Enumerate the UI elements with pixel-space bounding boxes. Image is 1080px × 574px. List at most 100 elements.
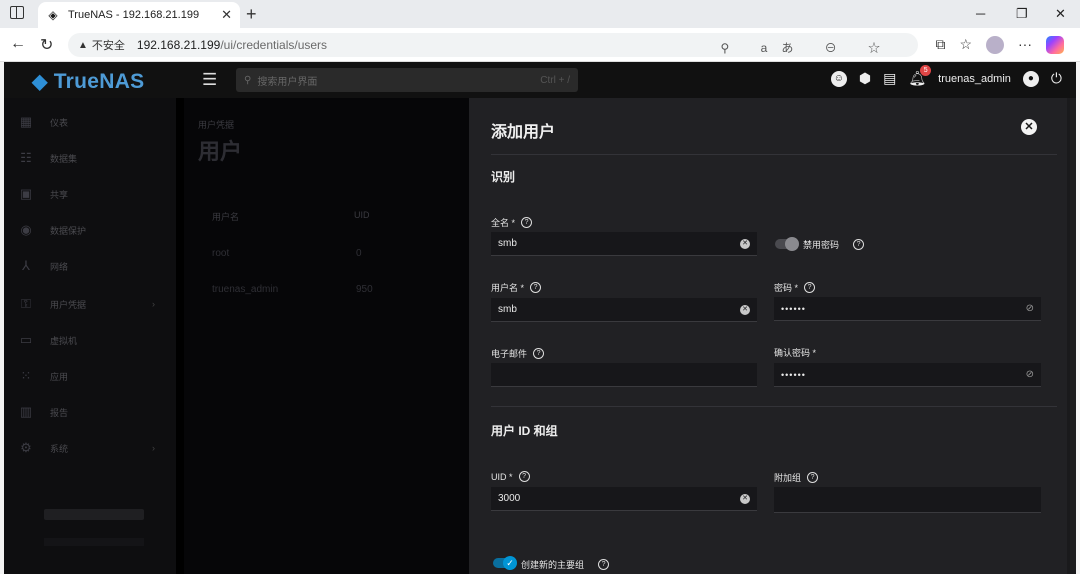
- password-label: 密码 *?: [774, 281, 816, 294]
- panel-title: 添加用户: [491, 124, 556, 141]
- profile-avatar[interactable]: [986, 36, 1004, 54]
- disable-password-label: 禁用密码?: [803, 238, 865, 251]
- username-label: 用户名 *?: [491, 281, 542, 294]
- sidebar-item-credentials[interactable]: ⚿ 用户凭据 ›: [18, 294, 155, 314]
- sidebar-item-dashboard[interactable]: ▦ 仪表: [18, 112, 68, 132]
- clear-icon[interactable]: ✕: [740, 493, 750, 504]
- sidebar: ▦ 仪表 ☷ 数据集 ▣ 共享 ◉ 数据保护 ⅄ 网络 ⚿ 用户凭据 › ▭ 虚拟机 ⁙ 应用 ▥…: [4, 98, 176, 574]
- username-label[interactable]: truenas_admin: [938, 73, 1011, 85]
- browser-tab[interactable]: ◈ TrueNAS - 192.168.21.199 ✕: [38, 2, 240, 28]
- network-icon: ⅄: [22, 258, 30, 273]
- sidebar-footer-text: [44, 538, 144, 546]
- username-value: smb: [498, 304, 517, 315]
- password-label-text: 密码 *: [774, 283, 799, 293]
- address-bar-row: ← ↻ ▲ 不安全 192.168.21.199/ui/credentials/…: [0, 28, 1080, 62]
- jobs-clipboard-icon[interactable]: ▤: [883, 70, 896, 87]
- minimize-button[interactable]: ─: [976, 6, 985, 21]
- toggle-knob: [785, 237, 799, 251]
- help-icon[interactable]: ?: [521, 217, 533, 228]
- sidebar-item-datasets[interactable]: ☷ 数据集: [18, 148, 77, 168]
- search-placeholder: 搜索用户界面: [257, 76, 318, 88]
- url-path: /ui/credentials/users: [220, 38, 328, 52]
- full-name-label-text: 全名 *: [491, 218, 516, 228]
- sidebar-footer-bar: [44, 509, 144, 520]
- browser-toolbar: ⧉ ☆ ···: [935, 36, 1064, 54]
- truenas-logo[interactable]: ◆ TrueNAS: [32, 69, 144, 94]
- uid-field[interactable]: 3000 ✕: [491, 487, 757, 511]
- feedback-smiley-icon[interactable]: ☺: [830, 70, 847, 87]
- power-icon[interactable]: ⏻: [1051, 70, 1062, 87]
- confirm-password-field[interactable]: •••••• ⊘: [774, 363, 1041, 387]
- truenas-favicon-icon: ◈: [48, 8, 58, 22]
- sidebar-item-label: 网络: [50, 261, 69, 272]
- truecommand-icon[interactable]: ⬢: [859, 70, 871, 87]
- menu-toggle-icon[interactable]: ☰: [202, 70, 217, 90]
- sidebar-item-apps[interactable]: ⁙ 应用: [18, 366, 68, 386]
- password-field[interactable]: •••••• ⊘: [774, 297, 1041, 321]
- column-header-uid[interactable]: UID: [354, 210, 370, 220]
- add-user-panel: 添加用户 ✕ 识别 全名 *? smb ✕ 禁用密码? 用户名 *? smb ✕ 密…: [469, 98, 1067, 574]
- topbar-actions: ☺ ⬢ ▤ 🔔︎ 5 truenas_admin ● ⏻: [830, 65, 1062, 87]
- url-host: 192.168.21.199: [136, 38, 221, 52]
- sidebar-item-system[interactable]: ⚙ 系统 ›: [18, 438, 155, 458]
- clear-icon[interactable]: ✕: [740, 238, 750, 249]
- eye-off-icon[interactable]: ⊘: [1026, 303, 1034, 314]
- full-name-value: smb: [498, 238, 517, 249]
- apps-icon: ⁙: [20, 368, 32, 383]
- aux-groups-label-text: 附加组: [774, 473, 802, 483]
- close-icon[interactable]: ✕: [1021, 119, 1037, 135]
- page-title: 用户: [198, 139, 243, 164]
- sidebar-item-label: 仪表: [50, 117, 69, 128]
- eye-off-icon[interactable]: ⊘: [1026, 369, 1034, 380]
- window-close-button[interactable]: ✕: [1055, 6, 1066, 22]
- full-name-field[interactable]: smb ✕: [491, 232, 757, 256]
- divider: [491, 406, 1057, 407]
- help-icon[interactable]: ?: [853, 239, 865, 250]
- gear-icon: ⚙: [20, 440, 32, 455]
- sidebar-item-data-protection[interactable]: ◉ 数据保护: [18, 220, 86, 240]
- users-page: 用户凭据 用户 用户名 UID root 0 truenas_admin 950: [184, 98, 469, 574]
- tab-close-icon[interactable]: ✕: [221, 7, 232, 23]
- favorites-icon[interactable]: ☆: [959, 36, 972, 54]
- new-tab-button[interactable]: +: [246, 4, 257, 25]
- help-icon[interactable]: ?: [530, 282, 542, 293]
- disable-password-text: 禁用密码: [803, 240, 840, 250]
- email-field[interactable]: [491, 363, 757, 387]
- help-icon[interactable]: ?: [804, 282, 816, 293]
- table-cell-username[interactable]: root: [212, 248, 229, 259]
- more-menu-icon[interactable]: ···: [1018, 36, 1032, 54]
- address-bar-actions[interactable]: ⚲ aあ ⊖ ☆: [721, 39, 894, 56]
- restore-button[interactable]: ❐: [1016, 6, 1028, 22]
- help-icon[interactable]: ?: [598, 559, 610, 570]
- aux-groups-field[interactable]: [774, 487, 1041, 513]
- section-ids-title: 用户 ID 和组: [491, 424, 558, 438]
- insecure-label[interactable]: 不安全: [92, 37, 125, 53]
- create-primary-group-toggle[interactable]: ✓: [493, 556, 517, 570]
- account-icon[interactable]: ●: [1022, 70, 1039, 87]
- disable-password-toggle[interactable]: [775, 237, 799, 251]
- search-input[interactable]: ⚲ 搜索用户界面 Ctrl + /: [236, 68, 578, 92]
- back-arrow-icon[interactable]: ←: [10, 35, 26, 53]
- check-icon: ✓: [503, 556, 517, 570]
- sidebar-item-reports[interactable]: ▥ 报告: [18, 402, 68, 422]
- sidebar-item-vms[interactable]: ▭ 虚拟机: [18, 330, 77, 350]
- notifications-bell-icon[interactable]: 🔔︎ 5: [908, 65, 932, 87]
- copilot-icon[interactable]: [1046, 36, 1064, 54]
- clear-icon[interactable]: ✕: [740, 304, 750, 315]
- help-icon[interactable]: ?: [518, 471, 530, 482]
- breadcrumb[interactable]: 用户凭据: [198, 118, 234, 131]
- refresh-icon[interactable]: ↻: [40, 35, 53, 55]
- extensions-icon[interactable]: ⧉: [935, 36, 945, 54]
- username-field[interactable]: smb ✕: [491, 298, 757, 322]
- sidebar-item-label: 虚拟机: [50, 335, 78, 346]
- sidebar-item-shares[interactable]: ▣ 共享: [18, 184, 68, 204]
- column-header-username[interactable]: 用户名: [212, 210, 239, 223]
- table-cell-username[interactable]: truenas_admin: [212, 284, 278, 295]
- uid-label: UID *?: [491, 471, 530, 482]
- help-icon[interactable]: ?: [533, 348, 545, 359]
- sidebar-item-label: 系统: [50, 443, 69, 454]
- panel-scrollbar[interactable]: [1067, 98, 1076, 574]
- help-icon[interactable]: ?: [807, 472, 819, 483]
- tab-actions-icon[interactable]: [10, 6, 24, 19]
- sidebar-item-network[interactable]: ⅄ 网络: [18, 256, 68, 276]
